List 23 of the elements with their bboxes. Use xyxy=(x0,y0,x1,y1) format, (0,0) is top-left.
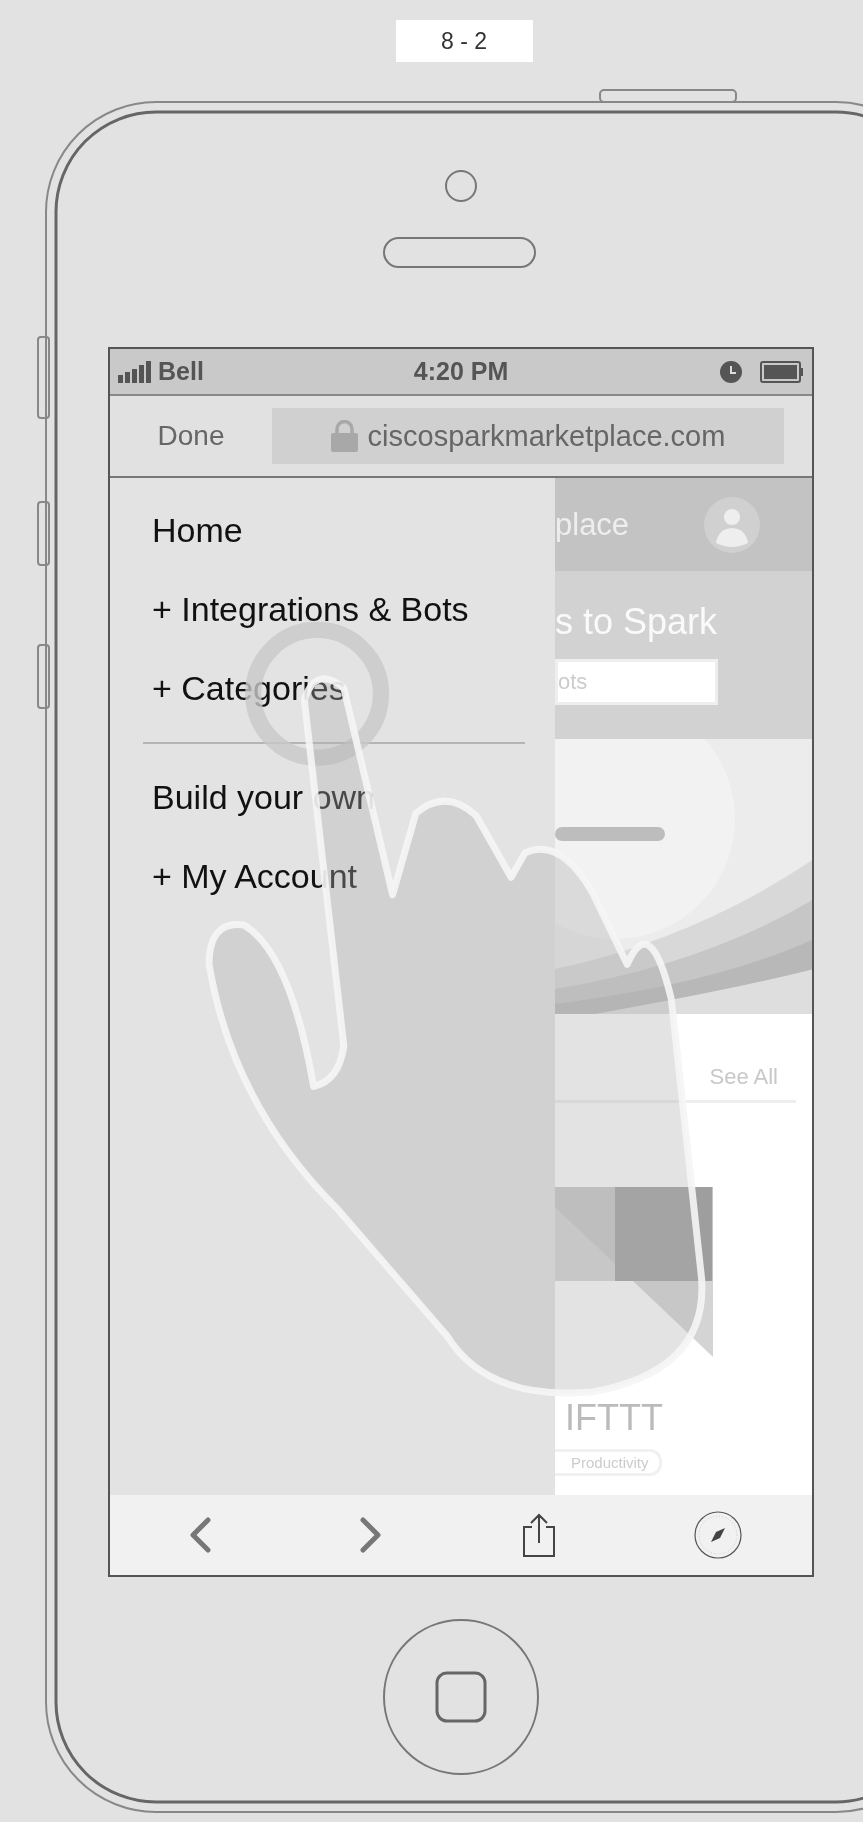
app-name: IFTTT xyxy=(565,1397,664,1439)
screen-label: 8 - 2 xyxy=(395,20,533,62)
back-icon[interactable] xyxy=(188,1517,212,1553)
address-bar[interactable]: ciscosparkmarketplace.com xyxy=(272,408,784,464)
done-button[interactable]: Done xyxy=(110,420,272,452)
lock-icon xyxy=(330,420,358,452)
status-time: 4:20 PM xyxy=(413,357,509,386)
carrier-name: Bell xyxy=(158,357,204,386)
speaker-icon xyxy=(383,237,536,268)
menu-item[interactable]: + Integrations & Bots xyxy=(110,570,555,649)
forward-icon[interactable] xyxy=(359,1517,383,1553)
clock-icon xyxy=(720,360,742,383)
url-text: ciscosparkmarketplace.com xyxy=(367,419,726,453)
menu-item[interactable]: Build your own xyxy=(110,758,555,837)
camera-icon xyxy=(445,170,477,202)
signal-icon xyxy=(118,360,152,383)
menu-item[interactable]: + My Account xyxy=(110,837,555,916)
compass-icon[interactable] xyxy=(694,1511,742,1559)
battery-icon xyxy=(760,360,804,383)
menu-item[interactable]: Home xyxy=(110,491,555,570)
menu-item[interactable]: + Categories xyxy=(110,649,555,728)
share-icon[interactable] xyxy=(522,1513,556,1557)
home-button[interactable] xyxy=(382,1618,540,1776)
